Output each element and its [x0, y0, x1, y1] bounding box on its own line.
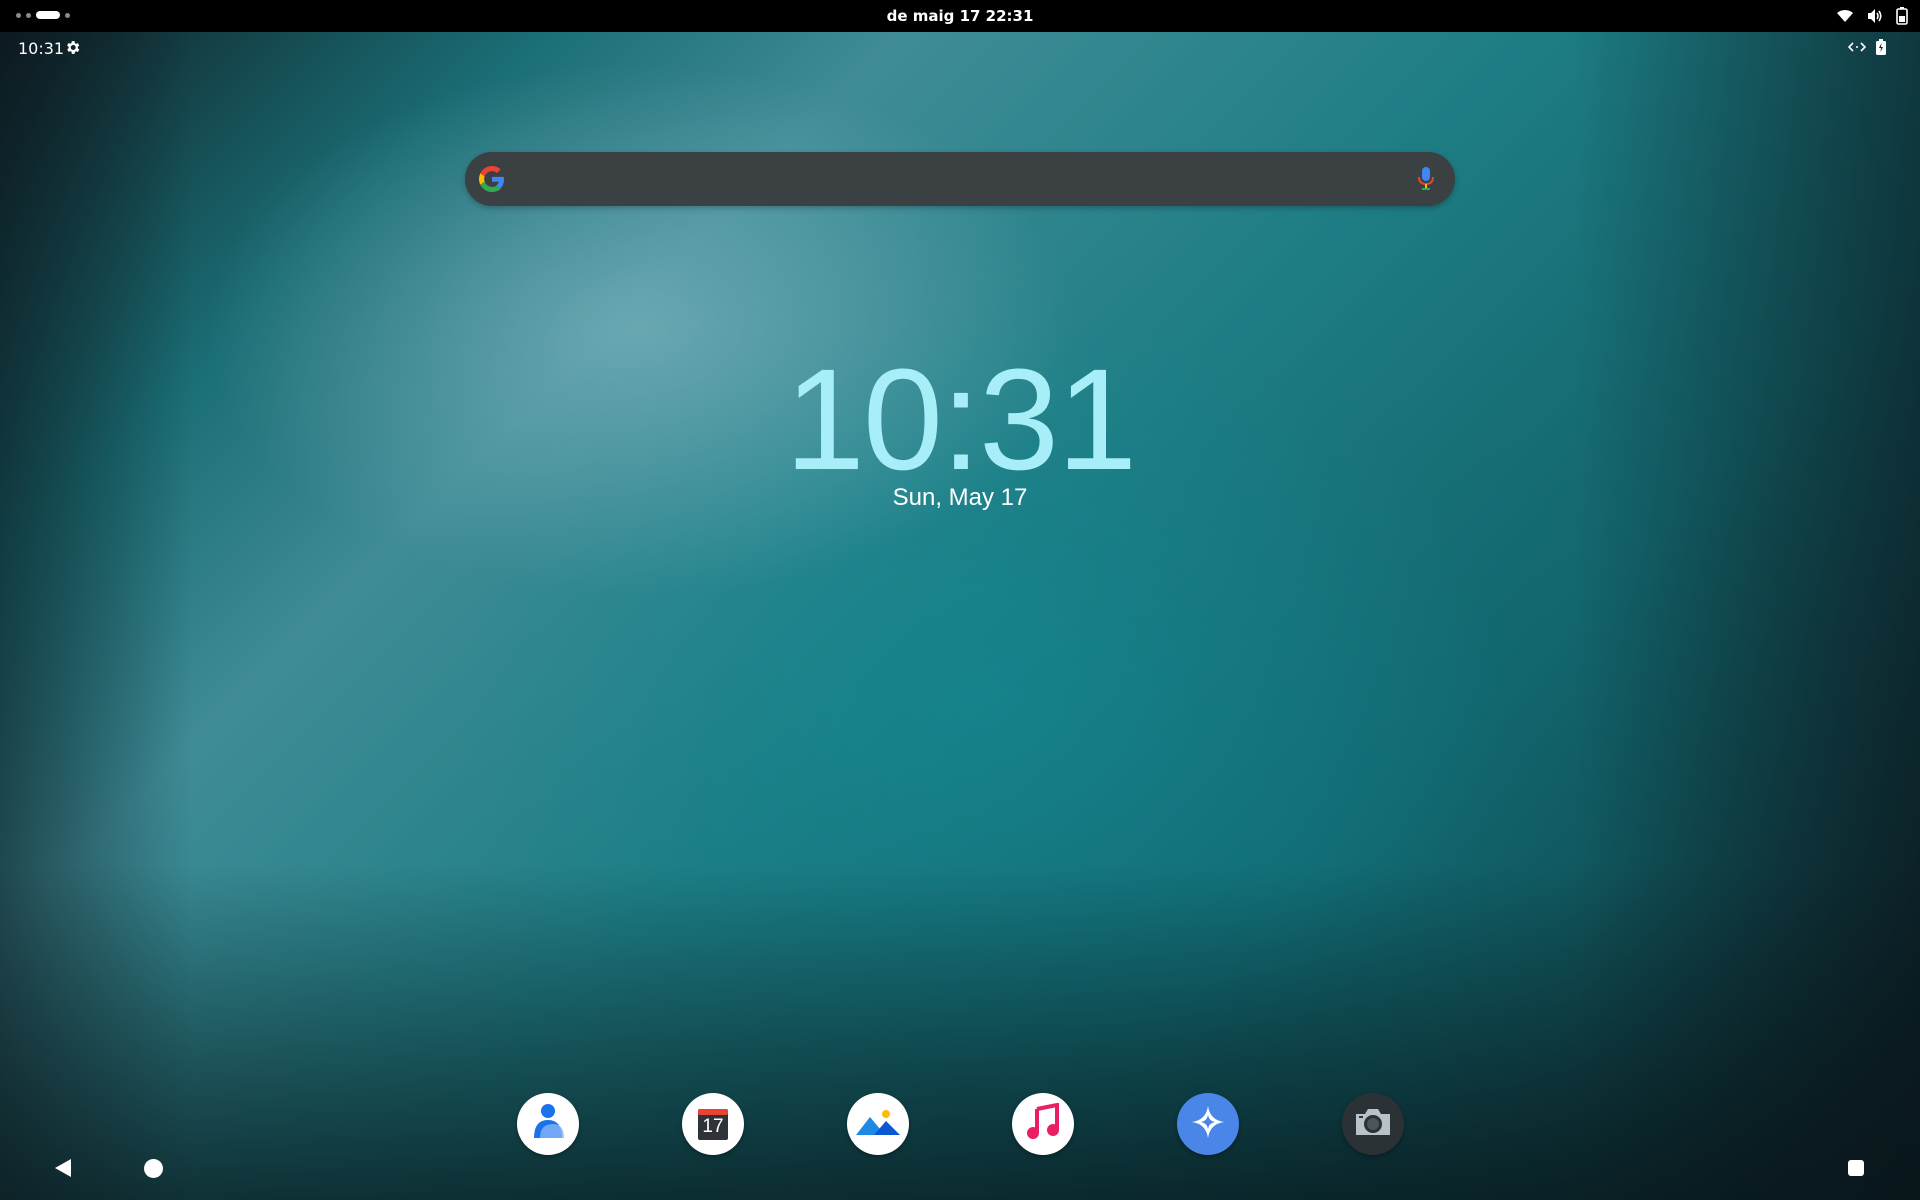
wifi-icon	[1836, 8, 1854, 24]
status-time: 10:31	[18, 39, 65, 58]
gallery-icon	[856, 1105, 900, 1143]
volume-icon	[1866, 8, 1884, 24]
calendar-app-button[interactable]: 17	[682, 1093, 744, 1155]
calendar-day: 17	[702, 1116, 724, 1137]
calendar-icon: 17	[697, 1107, 729, 1141]
contacts-icon	[531, 1102, 565, 1146]
search-bar[interactable]	[465, 152, 1455, 206]
clock-widget-time[interactable]: 10:31	[0, 345, 1920, 495]
app-dock: 17	[0, 1093, 1920, 1157]
contacts-app-button[interactable]	[517, 1093, 579, 1155]
google-logo	[478, 166, 505, 196]
host-top-bar: de maig 17 22:31	[0, 0, 1920, 32]
search-input[interactable]	[525, 162, 1395, 198]
music-icon	[1024, 1102, 1062, 1145]
battery-icon	[1896, 7, 1908, 25]
back-icon[interactable]	[54, 1158, 72, 1182]
recents-icon[interactable]	[1848, 1160, 1864, 1176]
camera-icon	[1353, 1107, 1393, 1141]
mic-icon[interactable]	[1417, 166, 1435, 196]
data-saver-icon	[1847, 39, 1867, 59]
battery-charging-icon	[1876, 39, 1886, 59]
clock-widget-date[interactable]: Sun, May 17	[0, 484, 1920, 512]
gallery-app-button[interactable]	[847, 1093, 909, 1155]
status-icons	[1847, 39, 1886, 59]
system-tray[interactable]	[1836, 7, 1908, 25]
assistant-app-button[interactable]	[1177, 1093, 1239, 1155]
sparkle-icon	[1190, 1104, 1226, 1144]
home-icon[interactable]	[144, 1159, 163, 1178]
host-datetime[interactable]: de maig 17 22:31	[0, 0, 1920, 32]
camera-app-button[interactable]	[1342, 1093, 1404, 1155]
settings-icon	[64, 39, 81, 60]
music-app-button[interactable]	[1012, 1093, 1074, 1155]
